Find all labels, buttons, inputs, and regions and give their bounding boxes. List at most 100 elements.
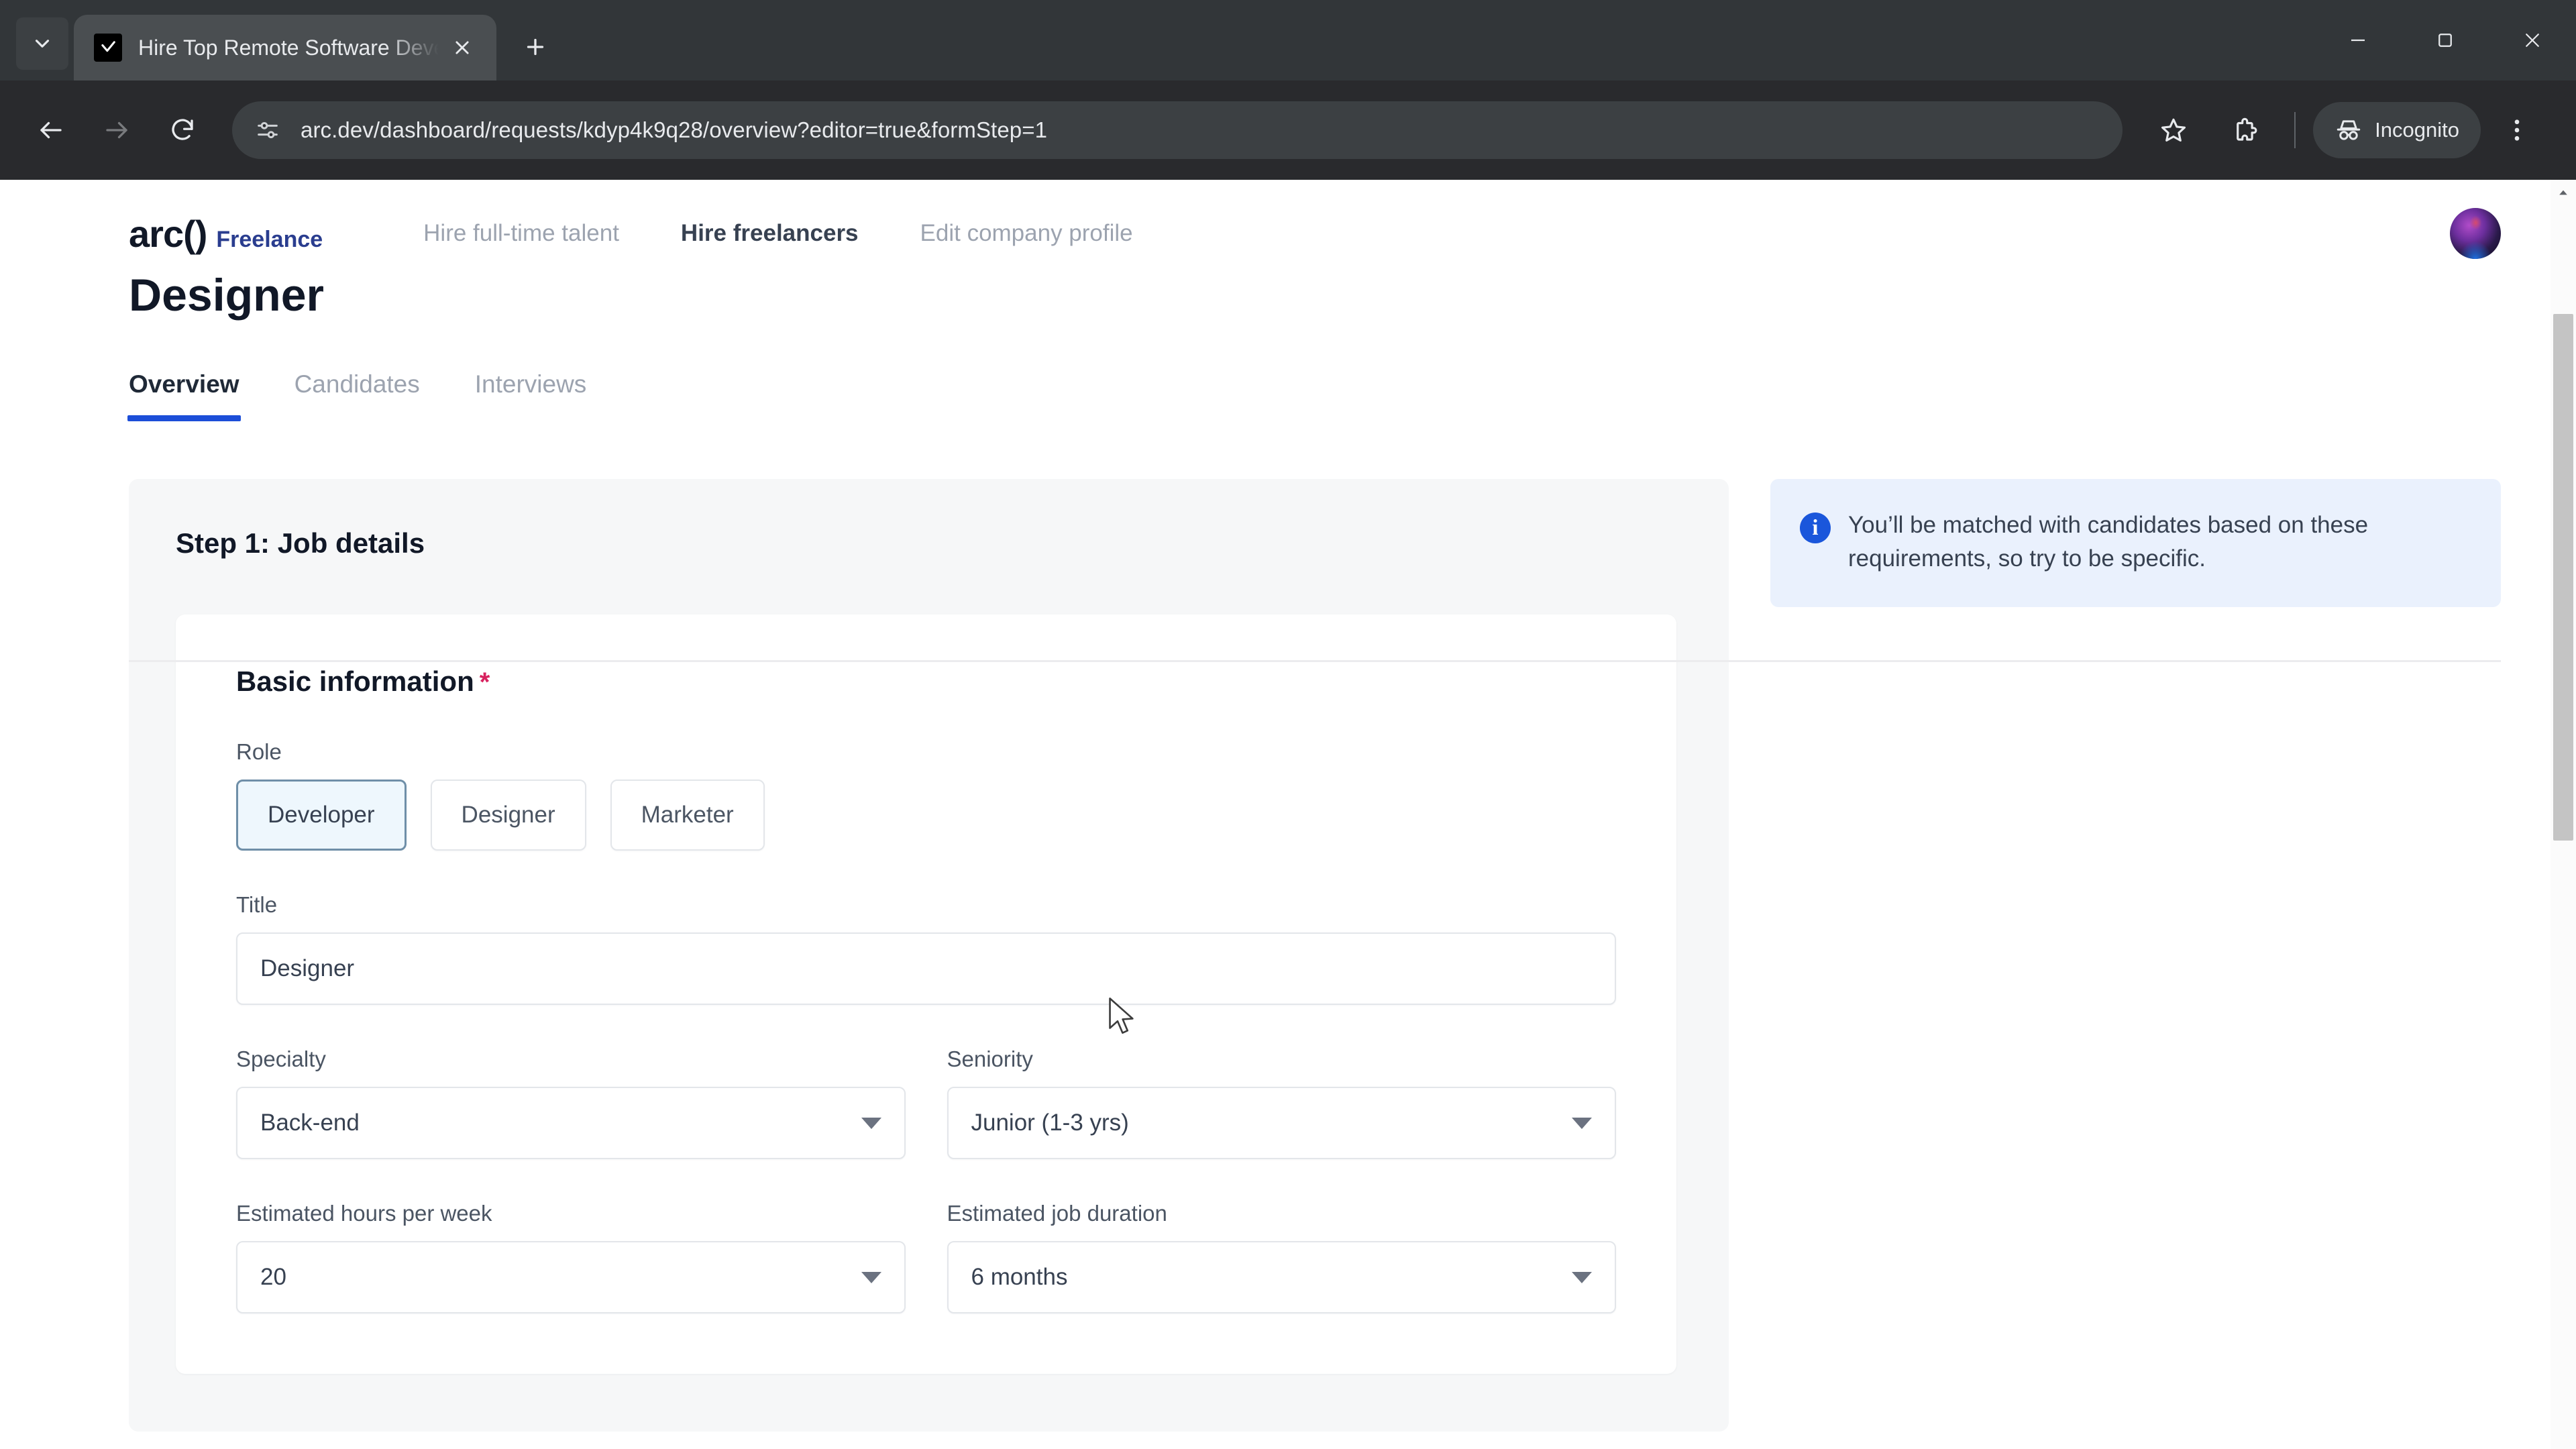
title-input[interactable]: Designer — [236, 932, 1616, 1005]
job-duration-field: Estimated job duration 6 months — [947, 1201, 1616, 1313]
star-icon — [2161, 118, 2186, 142]
title-label: Title — [236, 892, 278, 917]
puzzle-icon — [2237, 117, 2257, 141]
form-column: Step 1: Job details Basic information * R… — [129, 479, 1729, 1432]
page-scrollbar[interactable] — [2551, 180, 2576, 1449]
required-marker: * — [479, 667, 490, 697]
chevron-down-icon — [861, 1271, 881, 1283]
window-minimize-button[interactable] — [2314, 0, 2402, 80]
tab-title: Hire Top Remote Software Deve — [138, 35, 439, 60]
job-duration-label: Estimated job duration — [947, 1201, 1167, 1226]
chrome-menu-button[interactable] — [2489, 102, 2545, 158]
basic-information-card: Basic information * Role Developer Design… — [176, 614, 1676, 1374]
plus-icon — [527, 38, 544, 56]
page-tabs: Overview Candidates Interviews — [127, 370, 2576, 421]
seniority-label: Seniority — [947, 1046, 1033, 1071]
forward-button[interactable] — [89, 102, 145, 158]
tab-overview[interactable]: Overview — [127, 370, 241, 421]
address-bar[interactable]: arc.dev/dashboard/requests/kdyp4k9q28/ov… — [232, 101, 2123, 159]
window-controls — [2314, 0, 2576, 80]
avatar[interactable] — [2450, 208, 2501, 259]
close-icon — [455, 41, 469, 54]
scroll-up-button[interactable] — [2551, 180, 2576, 205]
seniority-select[interactable]: Junior (1-3 yrs) — [947, 1087, 1616, 1159]
info-callout: i You’ll be matched with candidates base… — [1770, 479, 2501, 608]
tab-search-button[interactable] — [16, 17, 68, 70]
back-button[interactable] — [23, 102, 79, 158]
content-columns: Step 1: Job details Basic information * R… — [129, 479, 2576, 1432]
job-duration-select[interactable]: 6 months — [947, 1241, 1616, 1313]
browser-tab[interactable]: Hire Top Remote Software Deve — [74, 15, 496, 80]
tabs-divider — [129, 660, 2501, 662]
tab-strip: Hire Top Remote Software Deve — [0, 0, 2576, 80]
title-field: Title Designer — [236, 892, 1616, 1005]
scrollbar-thumb[interactable] — [2553, 314, 2573, 841]
check-icon — [101, 41, 115, 52]
specialty-label: Specialty — [236, 1046, 326, 1071]
brand-logo[interactable]: arc() Freelance — [129, 212, 323, 256]
window-maximize-button[interactable] — [2402, 0, 2489, 80]
browser-window: Hire Top Remote Software Deve arc.dev/da… — [0, 0, 2576, 1449]
specialty-select[interactable]: Back-end — [236, 1087, 906, 1159]
role-option-developer[interactable]: Developer — [236, 780, 407, 851]
section-title-text: Basic information — [236, 665, 474, 697]
chevron-down-icon — [1572, 1117, 1592, 1129]
address-bar-url: arc.dev/dashboard/requests/kdyp4k9q28/ov… — [301, 117, 1048, 142]
seniority-field: Seniority Junior (1-3 yrs) — [947, 1046, 1616, 1159]
chevron-up-icon — [2559, 190, 2567, 195]
chevron-down-icon — [35, 40, 50, 48]
chevron-down-icon — [861, 1117, 881, 1129]
brand-suffix: Freelance — [216, 226, 323, 252]
role-field: Role Developer Designer Marketer — [236, 739, 1616, 851]
reload-button[interactable] — [154, 102, 211, 158]
extensions-button[interactable] — [2218, 102, 2274, 158]
specialty-value: Back-end — [260, 1110, 360, 1136]
incognito-label: Incognito — [2375, 118, 2459, 142]
tab-candidates[interactable]: Candidates — [294, 370, 420, 421]
specialty-seniority-row: Specialty Back-end Seniority Junior (1-3… — [236, 1046, 1616, 1159]
job-duration-value: 6 months — [971, 1264, 1068, 1290]
page-viewport: arc() Freelance Hire full-time talent Hi… — [0, 180, 2576, 1449]
site-nav: Hire full-time talent Hire freelancers E… — [423, 220, 2450, 247]
role-option-designer[interactable]: Designer — [430, 780, 586, 851]
maximize-icon — [2438, 34, 2452, 47]
arrow-left-icon — [40, 121, 62, 139]
role-option-marketer[interactable]: Marketer — [610, 780, 765, 851]
seniority-value: Junior (1-3 yrs) — [971, 1110, 1129, 1136]
brand-mark: arc() — [129, 212, 207, 255]
browser-toolbar: arc.dev/dashboard/requests/kdyp4k9q28/ov… — [0, 80, 2576, 180]
window-close-button[interactable] — [2489, 0, 2576, 80]
nav-item-edit-company-profile[interactable]: Edit company profile — [920, 220, 1133, 247]
close-icon — [2526, 34, 2539, 47]
step-title: Step 1: Job details — [176, 527, 425, 559]
new-tab-button[interactable] — [511, 23, 559, 71]
hours-per-week-select[interactable]: 20 — [236, 1241, 906, 1313]
step-card: Step 1: Job details Basic information * R… — [129, 479, 1729, 1432]
arc-check-favicon — [94, 34, 122, 62]
hours-per-week-value: 20 — [260, 1264, 286, 1290]
chevron-down-icon — [1572, 1271, 1592, 1283]
role-label: Role — [236, 739, 282, 764]
arrow-right-icon — [106, 121, 127, 139]
incognito-indicator[interactable]: Incognito — [2313, 102, 2481, 158]
three-dot-menu-icon — [2514, 119, 2520, 141]
tab-close-button[interactable] — [444, 30, 480, 66]
page-content: Designer Overview Candidates Interviews … — [0, 272, 2576, 1432]
tab-interviews[interactable]: Interviews — [475, 370, 587, 421]
bookmark-button[interactable] — [2145, 102, 2202, 158]
hours-duration-row: Estimated hours per week 20 Estimated jo… — [236, 1201, 1616, 1313]
incognito-icon — [2337, 120, 2361, 140]
toolbar-divider — [2294, 112, 2296, 148]
site-header: arc() Freelance Hire full-time talent Hi… — [0, 180, 2576, 287]
role-option-group: Developer Designer Marketer — [236, 780, 1616, 851]
nav-item-hire-freelancers[interactable]: Hire freelancers — [681, 220, 859, 247]
sidebar-column: i You’ll be matched with candidates base… — [1729, 479, 2501, 1432]
section-title-basic-information: Basic information * — [236, 665, 1616, 698]
site-info-button[interactable] — [252, 115, 283, 146]
specialty-field: Specialty Back-end — [236, 1046, 906, 1159]
tune-icon — [258, 121, 278, 138]
hours-per-week-field: Estimated hours per week 20 — [236, 1201, 906, 1313]
nav-item-hire-full-time-talent[interactable]: Hire full-time talent — [423, 220, 619, 247]
info-callout-text: You’ll be matched with candidates based … — [1848, 512, 2369, 572]
reload-icon — [172, 119, 193, 140]
